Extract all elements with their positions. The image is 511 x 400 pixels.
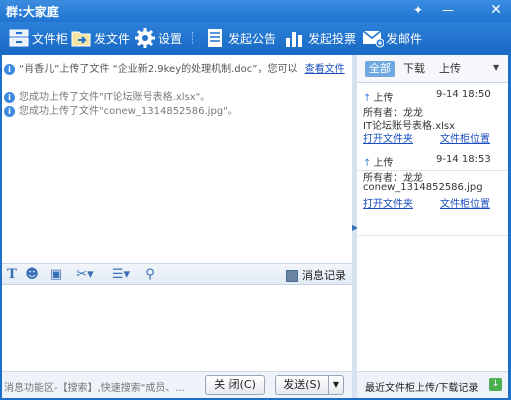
tab-upload[interactable]: 上传 [437,61,463,77]
recent-records-label: 最近文件柜上传/下载记录 [365,383,479,394]
list-icon[interactable]: ☰▾ [108,267,134,283]
message-item: i 您成功上传了文件"IT论坛账号表格.xlsx"。 [4,88,210,103]
toolbar-divider [192,32,195,44]
bottom-bar: 消息功能区-【搜索】,快速搜索"成员、... 关 闭(C) 发送(S) ▼ [2,371,352,398]
mail-label: 发邮件 [386,32,423,46]
message-item: i 您成功上传了文件"conew_1314852586.jpg"。 [4,102,238,117]
vote-button[interactable]: 发起投票 [284,26,356,50]
announcement-button[interactable]: 发起公告 [204,26,276,50]
send-file-label: 发文件 [94,32,131,46]
send-file-button[interactable]: 发文件 [70,26,130,50]
search-hint: 消息功能区-【搜索】,快速搜索"成员、... [4,383,185,394]
cabinet-position-link[interactable]: 文件柜位置 [440,130,490,145]
download-records-icon[interactable]: ↓ [489,378,502,391]
message-item: i “肖香儿”上传了文件 “企业新2.9key的处理机制.doc”，您可以 查看文… [4,60,345,75]
file-panel: 全部 下载 上传 ▼ ↑ 上传 9-14 18:50 所有者：龙龙 IT论坛账号表… [357,55,508,398]
history-label: 消息记录 [302,269,346,282]
upload-arrow-icon: ↑ [363,158,372,169]
settings-button[interactable]: 设置 [134,26,184,50]
screenshot-icon[interactable]: ✂▾ [72,267,98,283]
info-icon: i [4,105,15,117]
window-title: 群:大家庭 [6,5,59,19]
send-file-icon [71,31,91,47]
message-text: “肖香儿”上传了文件 “企业新2.9key的处理机制.doc”，您可以 [19,64,298,75]
image-icon[interactable]: ▣ [48,267,64,283]
send-button[interactable]: 发送(S) [275,375,329,395]
search-icon[interactable]: ⚲ [142,267,158,283]
settings-label: 设置 [158,32,183,46]
view-file-link[interactable]: 查看文件 [305,64,345,75]
entry-type: ↑ 上传 [363,93,394,104]
close-button[interactable]: 关 闭(C) [205,375,265,395]
minimize-button[interactable]: — [440,2,456,18]
announcement-label: 发起公告 [228,32,277,46]
title-bar: 群:大家庭 ✦ — ✕ [0,0,511,22]
mail-button[interactable]: 发邮件 [362,26,424,50]
file-panel-footer: 最近文件柜上传/下载记录 ↓ [357,371,508,398]
font-icon[interactable]: T [4,267,20,283]
info-icon: i [4,63,15,75]
info-icon: i [4,91,15,103]
entry-filename: conew_1314852586.jpg [363,182,483,193]
pin-icon[interactable]: ✦ [410,2,426,18]
message-history-button[interactable]: 消息记录 [286,267,346,283]
format-toolbar: T ☻ ▣ ✂▾ ☰▾ ⚲ 消息记录 [2,263,352,285]
file-cabinet-label: 文件柜 [32,32,69,46]
toolbar: 文件柜 发文件 设置 发起公告 发起投票 发邮件 [0,22,511,54]
tab-dropdown-icon[interactable]: ▼ [493,63,499,72]
entry-time: 9-14 18:53 [436,154,491,165]
gear-icon [135,28,155,48]
close-window-button[interactable]: ✕ [488,2,504,18]
cabinet-position-link[interactable]: 文件柜位置 [440,195,490,210]
open-folder-link[interactable]: 打开文件夹 [363,195,413,210]
tab-download[interactable]: 下载 [401,61,427,77]
vote-label: 发起投票 [308,32,357,46]
announcement-icon [208,29,222,47]
history-icon [286,270,298,282]
message-text: 您成功上传了文件"conew_1314852586.jpg"。 [19,106,238,117]
emoji-icon[interactable]: ☻ [24,267,40,283]
vote-chart-icon [286,32,302,47]
tab-all[interactable]: 全部 [365,61,395,77]
chat-pane: i “肖香儿”上传了文件 “企业新2.9key的处理机制.doc”，您可以 查看文… [2,55,352,398]
mail-icon [362,30,384,48]
upload-arrow-icon: ↑ [363,93,372,104]
file-cabinet-button[interactable]: 文件柜 [8,26,69,50]
file-cabinet-icon [9,29,29,47]
entry-time: 9-14 18:50 [436,89,491,100]
message-area: i “肖香儿”上传了文件 “企业新2.9key的处理机制.doc”，您可以 查看文… [2,55,352,263]
file-tabs: 全部 下载 上传 ▼ [357,55,508,83]
open-folder-link[interactable]: 打开文件夹 [363,130,413,145]
entry-type: ↑ 上传 [363,158,394,169]
file-entry: ↑ 上传 9-14 18:53 所有者：龙龙 conew_1314852586.j… [357,150,508,236]
message-input[interactable] [2,286,352,371]
send-options-button[interactable]: ▼ [328,375,344,395]
